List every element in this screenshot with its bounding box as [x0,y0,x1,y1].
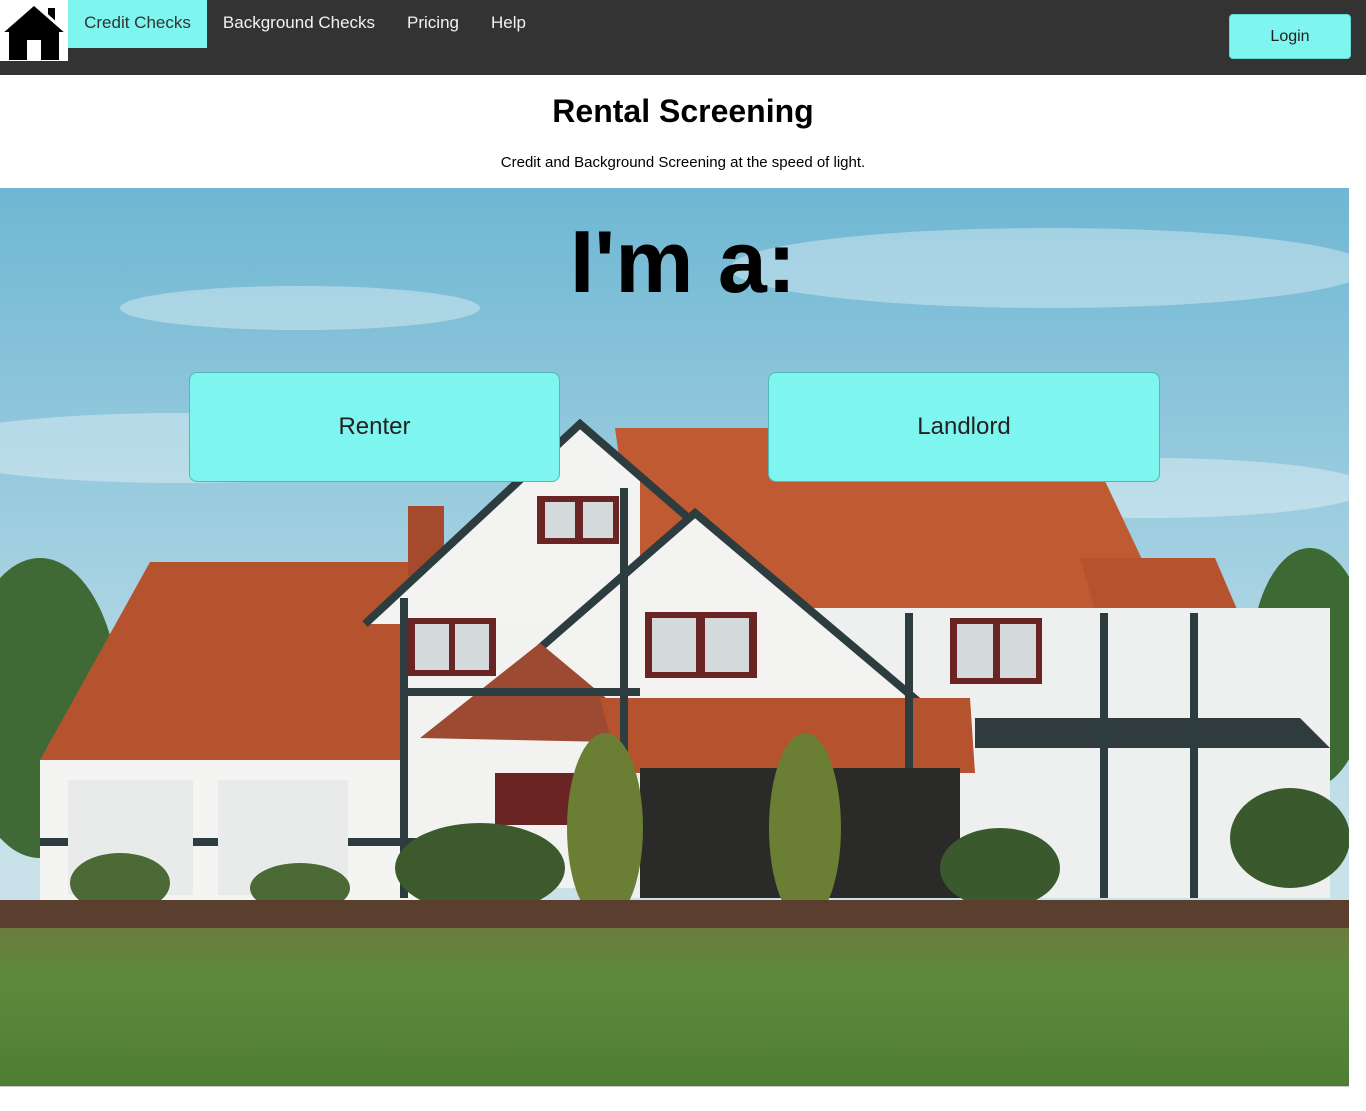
nav-credit-checks[interactable]: Credit Checks [68,0,207,48]
page-title: Rental Screening [552,93,814,129]
nav-background-checks[interactable]: Background Checks [207,0,391,48]
hero-house-image [0,188,1349,1087]
top-navigation-bar: Credit Checks Background Checks Pricing … [0,0,1366,75]
nav-pricing[interactable]: Pricing [391,0,475,48]
nav-help[interactable]: Help [475,0,542,48]
landlord-button[interactable]: Landlord [768,372,1160,482]
hero-heading: I'm a: [569,212,797,311]
login-button[interactable]: Login [1229,14,1351,59]
house-icon[interactable] [0,0,68,61]
renter-button[interactable]: Renter [189,372,560,482]
page-subtitle: Credit and Background Screening at the s… [500,154,866,171]
